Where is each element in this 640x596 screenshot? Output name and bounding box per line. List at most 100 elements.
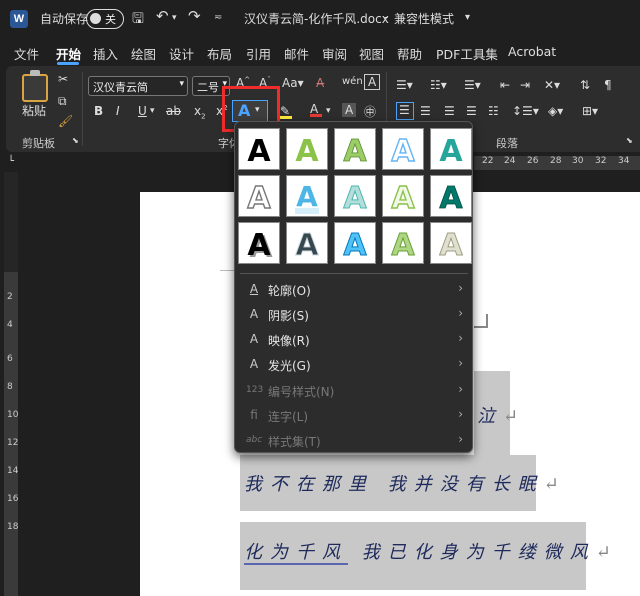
clear-format-icon[interactable]: A̶	[316, 76, 324, 90]
undo-dropdown-icon[interactable]: ▾	[172, 13, 177, 23]
enclose-char-icon[interactable]: ㊥	[364, 103, 376, 120]
reflection-icon: A	[249, 332, 259, 346]
tab-layout[interactable]: 布局	[207, 44, 232, 63]
menu-item-shadow[interactable]: A 阴影(S) ›	[238, 303, 467, 327]
phonetic-guide-icon[interactable]: wén	[342, 76, 363, 87]
chevron-right-icon: ›	[458, 356, 463, 370]
chevron-right-icon: ›	[458, 407, 463, 421]
change-case-icon[interactable]: Aa▾	[282, 76, 304, 90]
bullets-icon[interactable]: ☰▾	[396, 78, 413, 92]
tab-draw[interactable]: 绘图	[131, 44, 156, 63]
cut-icon[interactable]: ✂	[58, 72, 68, 86]
char-shading-icon[interactable]: A	[342, 103, 357, 117]
distributed-icon[interactable]: ☷	[488, 104, 499, 118]
text-effect-style[interactable]: A	[382, 222, 424, 264]
menu-item-ligatures: fi 连字(L) ›	[238, 404, 467, 428]
chevron-down-icon[interactable]: ▾	[326, 106, 331, 116]
paragraph-mark: ↵	[543, 474, 559, 495]
tab-acrobat[interactable]: Acrobat	[508, 44, 556, 59]
ruler-number: 32	[595, 156, 607, 166]
document-line[interactable]: 我不在那里 我并没有长眠↵	[244, 470, 559, 496]
decrease-indent-icon[interactable]: ⇤	[500, 78, 510, 92]
increase-indent-icon[interactable]: ⇥	[520, 78, 530, 92]
line-spacing-icon[interactable]: ↕☰▾	[512, 104, 539, 118]
subscript-button[interactable]: x2	[194, 104, 206, 120]
toggle-knob	[90, 13, 101, 24]
document-line[interactable]: 泣↵	[477, 402, 518, 428]
char-border-icon[interactable]: A	[364, 74, 381, 90]
clipboard-launcher-icon[interactable]: ⬊	[72, 136, 79, 145]
redo-icon[interactable]: ↷	[188, 7, 201, 25]
tab-design[interactable]: 设计	[169, 44, 194, 63]
align-left-icon: ☰	[399, 103, 410, 117]
chevron-down-icon[interactable]: ▾	[150, 106, 155, 116]
tab-help[interactable]: 帮助	[397, 44, 422, 63]
text-effect-style[interactable]: A	[382, 128, 424, 170]
chinese-layout-icon[interactable]: ✕▾	[544, 78, 560, 92]
text-effect-preview: A	[439, 181, 464, 217]
svg-text:A: A	[295, 134, 319, 169]
align-left-button[interactable]: ☰	[396, 102, 414, 120]
autosave-toggle[interactable]: 关	[86, 9, 124, 29]
document-line[interactable]: 化为千风 我已化身为千缕微风↵	[244, 538, 611, 565]
chevron-down-icon[interactable]: ▾	[465, 12, 470, 23]
text-effect-style[interactable]: A	[286, 222, 328, 264]
line3b-text: 我已化身为千缕微风	[348, 542, 596, 563]
show-marks-icon[interactable]: ¶	[604, 78, 612, 92]
multilevel-list-icon[interactable]: ☰▾	[464, 78, 481, 92]
text-effect-style[interactable]: A	[382, 175, 424, 217]
compat-mode-label[interactable]: 兼容性模式	[394, 10, 454, 27]
menu-item-glow[interactable]: A 发光(G) ›	[238, 353, 467, 377]
tab-view[interactable]: 视图	[359, 44, 384, 63]
tab-insert[interactable]: 插入	[93, 44, 118, 63]
font-name-combo[interactable]: 汉仪青云简 ▾	[88, 76, 188, 96]
text-effect-style[interactable]: AA	[238, 222, 280, 265]
tab-references[interactable]: 引用	[246, 44, 271, 63]
tab-review[interactable]: 审阅	[322, 44, 347, 63]
paste-icon[interactable]	[22, 74, 48, 102]
sort-icon[interactable]: ⇅	[580, 78, 590, 92]
align-right-icon[interactable]: ☰	[444, 104, 455, 118]
undo-icon[interactable]: ↶	[156, 7, 169, 25]
shading-icon[interactable]: ◈▾	[548, 104, 563, 118]
menu-item-outline[interactable]: A 轮廓(O) ›	[238, 278, 467, 302]
strikethrough-button[interactable]: ab	[166, 104, 181, 118]
align-center-icon[interactable]: ☰	[420, 104, 431, 118]
paragraph-launcher-icon[interactable]: ⬊	[626, 136, 633, 145]
text-effect-style[interactable]: A	[430, 175, 472, 217]
paragraph-mark: ↵	[595, 542, 611, 563]
tab-home[interactable]: 开始	[56, 44, 81, 63]
menu-item-reflection[interactable]: A 映像(R) ›	[238, 328, 467, 352]
text-effect-style[interactable]: A	[334, 128, 376, 170]
paste-label[interactable]: 粘贴	[22, 102, 46, 119]
format-painter-icon[interactable]: 🖌	[58, 114, 73, 128]
borders-icon[interactable]: ⊞▾	[582, 104, 598, 118]
italic-button[interactable]: I	[116, 104, 120, 118]
save-icon[interactable]: 🖫	[132, 8, 144, 32]
customize-qat-icon[interactable]: ≂	[214, 12, 222, 23]
svg-text:A: A	[343, 181, 367, 216]
text-effect-style[interactable]: A	[430, 128, 472, 170]
text-effect-style[interactable]: A	[286, 128, 328, 170]
paragraph-mark: ↵	[503, 406, 519, 427]
copy-icon[interactable]: ⧉	[58, 94, 67, 109]
text-effect-style[interactable]: A	[430, 222, 472, 264]
text-effect-style[interactable]: A	[334, 222, 376, 264]
tab-file[interactable]: 文件	[14, 44, 39, 63]
bold-button[interactable]: B	[94, 104, 103, 118]
tab-mailings[interactable]: 邮件	[284, 44, 309, 63]
svg-text:A: A	[439, 181, 463, 216]
underline-button[interactable]: U	[138, 104, 147, 118]
text-effect-style[interactable]: A	[238, 175, 280, 217]
justify-icon[interactable]: ☰	[466, 104, 477, 118]
text-effect-style[interactable]: A	[286, 175, 328, 217]
ruler-number: 34	[618, 156, 630, 166]
text-effect-style[interactable]: A	[238, 128, 280, 170]
tab-pdf-tools[interactable]: PDF工具集	[436, 44, 498, 63]
tab-selector-icon[interactable]: └	[8, 156, 14, 167]
svg-text:A: A	[439, 228, 463, 263]
highlight-color-icon[interactable]: ✎	[280, 104, 292, 119]
text-effect-style[interactable]: A	[334, 175, 376, 217]
font-color-icon[interactable]: A	[310, 102, 322, 117]
numbering-icon[interactable]: ☷▾	[430, 78, 447, 92]
